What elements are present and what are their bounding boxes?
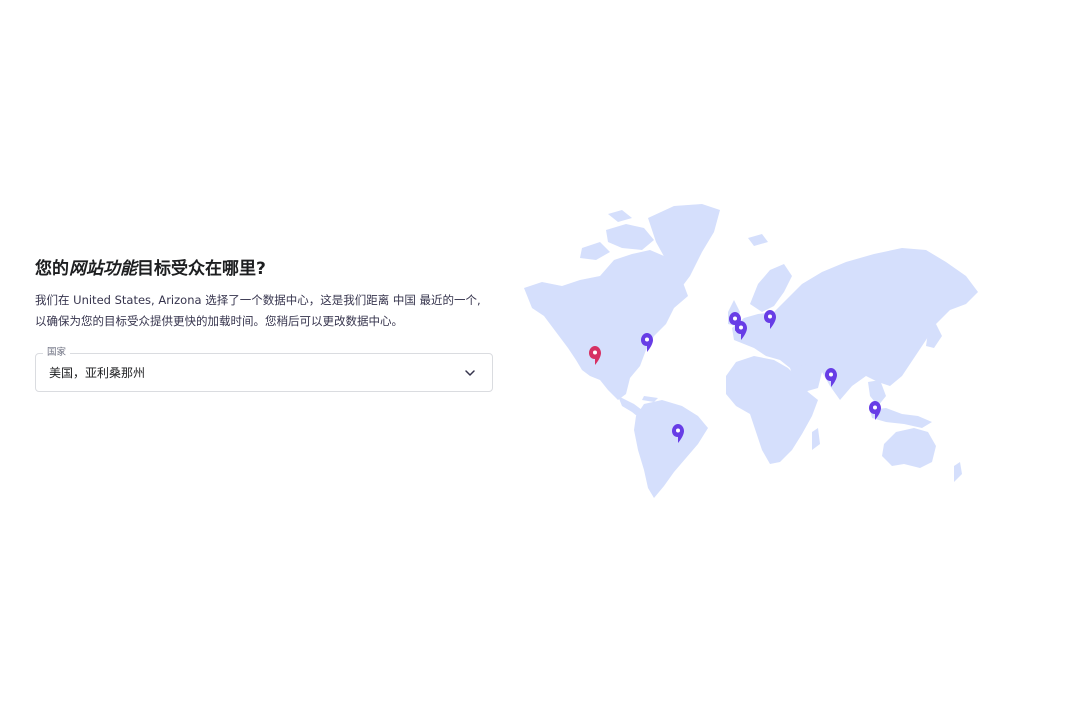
landmass-madagascar [812,428,820,450]
title-emphasis: 网站功能 [69,259,137,279]
landmass-north-america [524,250,688,400]
country-select[interactable]: 国家 美国，亚利桑那州 [35,353,493,392]
world-map [522,200,982,502]
country-select-value: 美国，亚利桑那州 [49,364,145,382]
country-select-label: 国家 [43,346,70,360]
landmass-south-america [634,400,708,498]
page-title: 您的网站功能目标受众在哪里? [35,256,497,282]
landmass-arctic-islands-2 [580,242,610,260]
data-center-description: 我们在 United States, Arizona 选择了一个数据中心，这是我… [35,290,497,332]
landmass-iceland [748,234,768,246]
landmass-australia [882,428,936,468]
description-line-2: 以确保为您的目标受众提供更快的加载时间。您稍后可以更改数据中心。 [35,314,403,328]
landmass-arctic-islands-3 [608,210,632,222]
landmass-new-zealand [954,462,962,482]
landmass-arctic-islands [606,224,654,250]
audience-location-panel: 您的网站功能目标受众在哪里? 我们在 United States, Arizon… [35,256,497,392]
title-prefix: 您的 [35,259,69,279]
data-center-selection-page: 您的网站功能目标受众在哪里? 我们在 United States, Arizon… [0,0,1080,702]
landmass-caribbean [642,396,658,402]
description-line-1: 我们在 United States, Arizona 选择了一个数据中心，这是我… [35,293,481,307]
title-suffix: 目标受众在哪里? [137,259,266,279]
chevron-down-icon [464,367,476,379]
